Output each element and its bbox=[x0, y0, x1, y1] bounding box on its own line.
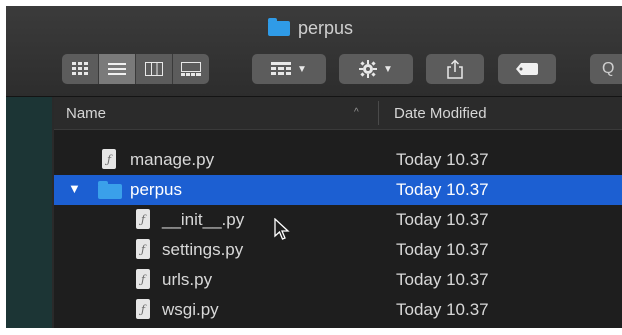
tag-icon bbox=[516, 63, 538, 75]
view-mode-control bbox=[62, 54, 209, 84]
list-item[interactable]: ƒ wsgi.py Today 10.37 bbox=[54, 295, 622, 325]
tags-button[interactable] bbox=[498, 54, 556, 84]
file-date-modified: Today 10.37 bbox=[396, 270, 489, 289]
list-item[interactable]: ƒ settings.py Today 10.37 bbox=[54, 235, 622, 265]
columns-icon bbox=[145, 62, 163, 76]
column-view-button[interactable] bbox=[136, 54, 173, 84]
python-file-icon: ƒ bbox=[136, 299, 150, 319]
column-header-date-modified[interactable]: Date Modified bbox=[394, 105, 487, 122]
list-item-selected-folder[interactable]: ▼ perpus Today 10.37 bbox=[54, 175, 622, 205]
file-date-modified: Today 10.37 bbox=[396, 150, 489, 169]
list-item[interactable]: ƒ urls.py Today 10.37 bbox=[54, 265, 622, 295]
file-date-modified: Today 10.37 bbox=[396, 210, 489, 229]
file-name: manage.py bbox=[130, 150, 215, 169]
chevron-down-icon: ▼ bbox=[297, 63, 307, 75]
share-button[interactable] bbox=[426, 54, 484, 84]
gear-icon bbox=[359, 60, 378, 78]
python-file-icon: ƒ bbox=[102, 149, 116, 169]
python-file-icon: ƒ bbox=[136, 209, 150, 229]
file-date-modified: Today 10.37 bbox=[396, 240, 489, 259]
action-menu-button[interactable]: ▼ bbox=[339, 54, 413, 84]
window-title: perpus bbox=[268, 16, 353, 40]
file-name: settings.py bbox=[162, 240, 244, 259]
list-header: Name ^ Date Modified bbox=[54, 97, 622, 130]
sidebar bbox=[6, 97, 52, 328]
python-file-icon: ƒ bbox=[136, 239, 150, 259]
python-file-icon: ƒ bbox=[136, 269, 150, 289]
file-name: __init__.py bbox=[162, 210, 245, 229]
share-icon bbox=[447, 59, 463, 79]
file-name: urls.py bbox=[162, 270, 213, 289]
list-item[interactable]: ƒ manage.py Today 10.37 bbox=[54, 145, 622, 175]
column-divider[interactable] bbox=[378, 101, 379, 125]
gallery-icon bbox=[181, 62, 201, 76]
folder-name: perpus bbox=[130, 180, 182, 199]
file-list: Name ^ Date Modified ƒ manage.py Today 1… bbox=[54, 97, 622, 328]
file-date-modified: Today 10.37 bbox=[396, 300, 489, 319]
list-item[interactable]: ƒ __init__.py Today 10.37 bbox=[54, 205, 622, 235]
group-grid-icon bbox=[271, 62, 292, 75]
folder-icon bbox=[268, 17, 290, 36]
column-header-name[interactable]: Name bbox=[66, 105, 106, 122]
list-view-button[interactable] bbox=[99, 54, 136, 84]
group-by-button[interactable]: ▼ bbox=[252, 54, 326, 84]
file-name: wsgi.py bbox=[162, 300, 219, 319]
search-field[interactable]: Q bbox=[590, 54, 622, 84]
gallery-view-button[interactable] bbox=[173, 54, 209, 84]
disclosure-triangle-icon[interactable]: ▼ bbox=[68, 181, 81, 196]
sort-indicator-icon: ^ bbox=[354, 107, 359, 118]
icon-view-button[interactable] bbox=[62, 54, 99, 84]
folder-icon bbox=[98, 181, 122, 199]
title-bar: perpus ▼ ▼ Q bbox=[6, 6, 622, 97]
finder-window: perpus ▼ ▼ Q Name ^ Date Modified ƒ mana… bbox=[6, 6, 622, 328]
list-icon bbox=[108, 63, 126, 75]
chevron-down-icon: ▼ bbox=[383, 63, 393, 75]
window-title-text: perpus bbox=[298, 17, 354, 38]
search-icon: Q bbox=[602, 60, 615, 77]
file-date-modified: Today 10.37 bbox=[396, 180, 489, 199]
mouse-cursor-icon bbox=[274, 218, 290, 240]
grid-icon bbox=[72, 62, 88, 75]
